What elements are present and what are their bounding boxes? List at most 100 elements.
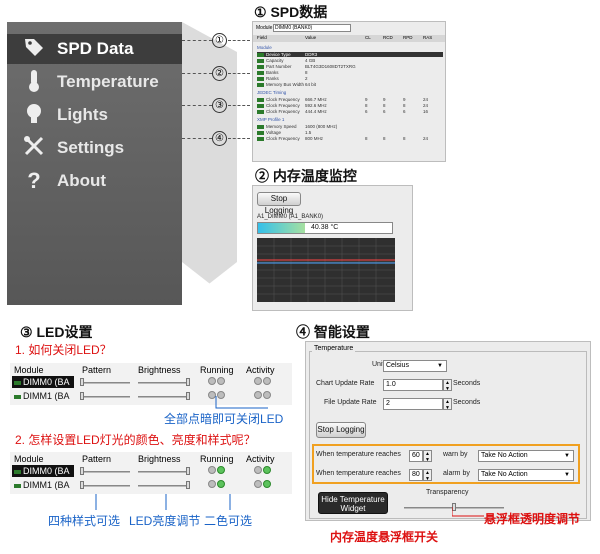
spd-timing-row: Memory Speed 1600 (800 MHz) (257, 124, 443, 129)
sidebar-item-spd-data[interactable]: SPD Data (7, 34, 182, 64)
spd-timing-row: Clock Frequency 666.7 MHz 9 9 9 24 (257, 97, 443, 102)
spd-row: Device Type DDR3 (257, 52, 443, 57)
led-on-icon[interactable] (217, 466, 225, 474)
led-note-pattern: 四种样式可选 (48, 514, 121, 528)
brightness-slider-thumb[interactable] (186, 378, 190, 386)
module-label: Module (256, 25, 273, 31)
stop-logging-button[interactable]: Stop Logging (257, 192, 301, 215)
running-leds[interactable] (208, 480, 226, 490)
chart-rate-spinner[interactable]: ▲ ▼ (443, 379, 452, 392)
brightness-slider[interactable] (138, 396, 190, 398)
pattern-slider-thumb[interactable] (80, 481, 84, 489)
brightness-slider[interactable] (138, 471, 190, 473)
spd-rcd: 8 (383, 136, 386, 141)
led-question-2: 2. 怎样设置LED灯光的颜色、亮度和样式呢？ (15, 433, 256, 447)
col-module: Module (14, 365, 44, 375)
col-value: Value (305, 35, 317, 40)
led-row-module: DIMM0 (BA (12, 376, 74, 388)
col-rpd: RPD (403, 35, 413, 40)
led-off-icon[interactable] (208, 480, 216, 488)
settings-window: Temperature Unit * Celsius ▼ Chart Update… (305, 341, 591, 521)
led-off-icon[interactable] (263, 377, 271, 385)
activity-leds[interactable] (254, 466, 272, 476)
pattern-slider-thumb[interactable] (80, 378, 84, 386)
running-leds[interactable] (208, 466, 226, 476)
sidebar-item-lights[interactable]: Lights (7, 100, 182, 130)
module-select[interactable]: DIMM0 (BANK0) (273, 24, 351, 32)
spd-value: 444.4 MHz (305, 109, 327, 114)
col-brightness: Brightness (138, 454, 181, 464)
sidebar-item-settings[interactable]: Settings (7, 133, 182, 163)
led-on-icon[interactable] (217, 480, 225, 488)
alarm-input[interactable]: 80 (409, 469, 423, 481)
brightness-slider-thumb[interactable] (186, 467, 190, 475)
spd-field: Capacity (266, 58, 284, 63)
spd-field: Memory Bus Width (266, 82, 305, 87)
unit-select[interactable]: Celsius ▼ (383, 360, 447, 372)
spd-timing-row: Clock Frequency 444.4 MHz 6 6 6 16 (257, 109, 443, 114)
pattern-slider-thumb[interactable] (80, 392, 84, 400)
activity-leds[interactable] (254, 377, 272, 387)
sidebar-item-label: Temperature (57, 72, 159, 91)
file-rate-input[interactable]: 2 (383, 398, 443, 410)
spd-cl: 9 (365, 97, 368, 102)
led-note-color: 二色可选 (204, 514, 253, 528)
callout-line (228, 40, 250, 41)
ram-icon (257, 124, 264, 129)
transparency-label: Transparency (426, 489, 469, 496)
pattern-slider[interactable] (80, 382, 130, 384)
temp-graph (257, 238, 395, 302)
warn-by-label: warn by (443, 451, 468, 458)
callout-line (228, 73, 250, 74)
temp-window: Stop Logging A1_DIMM0 (A1_BANK0) 40.38 °… (252, 185, 413, 311)
spd-rpd: 8 (403, 136, 406, 141)
alarm-action-value: Take No Action (481, 471, 528, 478)
led-on-icon[interactable] (263, 466, 271, 474)
led-on-icon[interactable] (263, 480, 271, 488)
module-name: DIMM0 (BA (23, 466, 70, 476)
col-running: Running (200, 365, 234, 375)
led-off-icon[interactable] (217, 377, 225, 385)
spd-value: BLT4G3D1608DT2TXRG (305, 64, 356, 69)
led-off-icon[interactable] (208, 377, 216, 385)
alarm-label: When temperature reaches (316, 470, 401, 477)
led-off-icon[interactable] (208, 466, 216, 474)
temp-value: 40.38 °C (311, 224, 339, 231)
pattern-slider[interactable] (80, 396, 130, 398)
warn-spinner[interactable]: ▲ ▼ (423, 450, 432, 463)
spd-rcd: 9 (383, 97, 386, 102)
section-jedec: JEDEC Timing (257, 90, 287, 95)
pattern-slider[interactable] (80, 485, 130, 487)
sidebar-item-about[interactable]: ? About (7, 166, 182, 196)
warn-input[interactable]: 60 (409, 450, 423, 462)
pattern-slider-thumb[interactable] (80, 467, 84, 475)
spd-field: Banks (266, 70, 279, 75)
ram-icon (257, 130, 264, 135)
led-off-icon[interactable] (254, 466, 262, 474)
brightness-slider-thumb[interactable] (186, 392, 190, 400)
alarm-value: 80 (412, 471, 420, 478)
activity-leds[interactable] (254, 480, 272, 490)
ram-icon (257, 64, 264, 69)
spd-cl: 8 (365, 136, 368, 141)
warn-action-value: Take No Action (481, 452, 528, 459)
chart-rate-input[interactable]: 1.0 (383, 379, 443, 391)
brightness-slider-thumb[interactable] (186, 481, 190, 489)
alarm-action-select[interactable]: Take No Action ▼ (478, 469, 574, 481)
spd-rpd: 9 (403, 97, 406, 102)
sidebar-item-temperature[interactable]: Temperature (7, 67, 182, 97)
module-name: DIMM1 (BA (23, 480, 70, 490)
hide-widget-button[interactable]: Hide Temperature Widget (318, 492, 388, 514)
stop-logging-button[interactable]: Stop Logging (316, 422, 366, 438)
alarm-spinner[interactable]: ▲ ▼ (423, 469, 432, 482)
spd-field: Ranks (266, 76, 279, 81)
brightness-slider[interactable] (138, 485, 190, 487)
pattern-slider[interactable] (80, 471, 130, 473)
brightness-slider[interactable] (138, 382, 190, 384)
dropdown-arrow-icon: ▼ (437, 363, 443, 369)
file-rate-spinner[interactable]: ▲ ▼ (443, 398, 452, 411)
led-off-icon[interactable] (254, 377, 262, 385)
led-off-icon[interactable] (254, 480, 262, 488)
running-leds[interactable] (208, 377, 226, 387)
warn-action-select[interactable]: Take No Action ▼ (478, 450, 574, 462)
